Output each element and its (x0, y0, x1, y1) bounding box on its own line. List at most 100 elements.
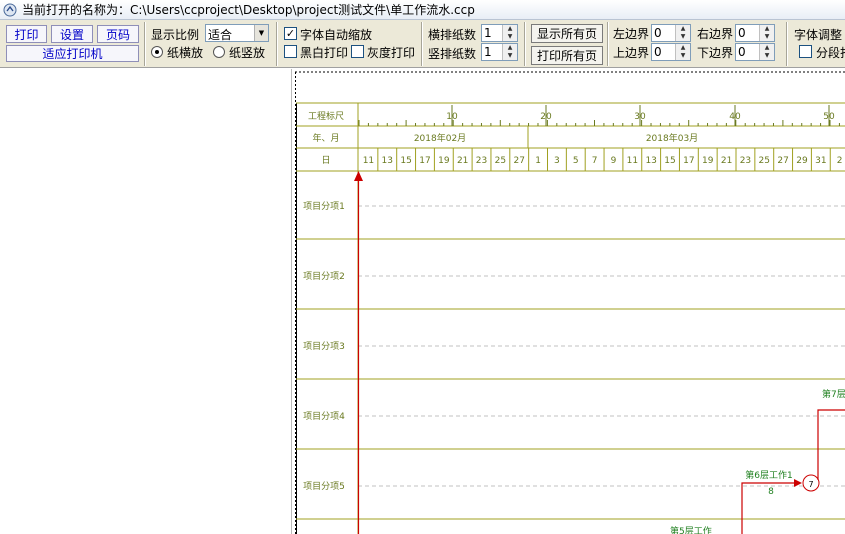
bw-print-checkbox[interactable] (284, 45, 297, 58)
day-label: 21 (721, 156, 732, 166)
day-label: 1 (535, 156, 541, 166)
month-label: 2018年02月 (414, 132, 466, 144)
print-toolbar: 打印 设置 页码 适应打印机 显示比例 适合 ▼ 纸横放 纸竖放 ✓ 字体自动缩… (0, 20, 845, 68)
day-label: 2 (837, 156, 843, 166)
right-margin-value: 0 (738, 26, 746, 40)
arrow-down-icon[interactable]: ▼ (760, 52, 774, 60)
settings-button[interactable]: 设置 (51, 25, 93, 43)
print-all-pages-button[interactable]: 打印所有页 (531, 46, 603, 65)
row-label: 项目分项3 (303, 341, 345, 352)
task-label: 第5层工作 (670, 525, 712, 534)
landscape-radio[interactable] (151, 46, 163, 58)
scale-select[interactable]: 适合 ▼ (205, 24, 269, 42)
day-label: 13 (645, 156, 656, 166)
row-label: 项目分项4 (303, 411, 345, 422)
segment-print-checkbox[interactable] (799, 45, 812, 58)
arrow-up-icon[interactable]: ▲ (760, 25, 774, 33)
day-label: 29 (796, 156, 808, 166)
arrow-down-icon[interactable]: ▼ (760, 33, 774, 41)
month-label: 2018年03月 (646, 132, 698, 144)
ruler-tick-label: 30 (634, 112, 646, 122)
h-pages-spinner[interactable]: 1 ▲ ▼ (481, 24, 518, 42)
gray-print-checkbox[interactable] (351, 45, 364, 58)
arrow-up-icon[interactable]: ▲ (503, 44, 517, 52)
arrow-up-icon[interactable]: ▲ (676, 44, 690, 52)
toolbar-separator (144, 22, 146, 66)
day-label: 11 (627, 156, 638, 166)
task-label: 第6层工作1 (745, 469, 792, 481)
toolbar-separator (276, 22, 278, 66)
ruler-tick-label: 40 (729, 112, 741, 122)
month-row-label: 年、月 (312, 132, 339, 144)
arrow-up-icon[interactable]: ▲ (676, 25, 690, 33)
left-margin-value: 0 (654, 26, 662, 40)
top-margin-spinner[interactable]: 0 ▲ ▼ (651, 43, 691, 61)
row-label: 项目分项2 (303, 271, 345, 282)
v-pages-spinner[interactable]: 1 ▲ ▼ (481, 43, 518, 61)
chevron-down-icon[interactable]: ▼ (254, 25, 268, 41)
right-margin-spinner[interactable]: 0 ▲ ▼ (735, 24, 775, 42)
left-margin-label: 左边界 (613, 27, 650, 41)
preview-left-pane (0, 69, 292, 534)
top-margin-value: 0 (654, 45, 662, 59)
row-label: 项目分项5 (303, 481, 345, 492)
page-number-button[interactable]: 页码 (97, 25, 139, 43)
day-label: 25 (495, 156, 506, 166)
fit-printer-button[interactable]: 适应打印机 (6, 45, 139, 62)
day-label: 31 (815, 156, 826, 166)
h-pages-value: 1 (484, 26, 492, 40)
h-pages-label: 横排纸数 (428, 28, 477, 42)
day-label: 7 (592, 156, 598, 166)
toolbar-separator (607, 22, 609, 66)
toolbar-separator (786, 22, 788, 66)
bottom-margin-value: 0 (738, 45, 746, 59)
day-label: 21 (457, 156, 468, 166)
ruler-tick-label: 10 (446, 112, 458, 122)
schedule-canvas: 工程标尺年、月日10 20 30 40 502018年02月 2018年03月11 13 15… (295, 71, 845, 534)
window-title: 当前打开的名称为：C:\Users\ccproject\Desktop\proj… (22, 3, 475, 17)
right-margin-label: 右边界 (697, 27, 734, 41)
app-icon (3, 3, 17, 16)
portrait-radio[interactable] (213, 46, 225, 58)
bottom-margin-spinner[interactable]: 0 ▲ ▼ (735, 43, 775, 61)
title-bar: 当前打开的名称为：C:\Users\ccproject\Desktop\proj… (0, 0, 845, 20)
top-margin-label: 上边界 (613, 46, 650, 60)
day-label: 19 (438, 156, 450, 166)
arrow-down-icon[interactable]: ▼ (503, 52, 517, 60)
toolbar-separator (524, 22, 526, 66)
bw-print-label: 黑白打印 (300, 46, 349, 60)
toolbar-separator (421, 22, 423, 66)
arrow-down-icon[interactable]: ▼ (676, 33, 690, 41)
font-autoscale-checkbox[interactable]: ✓ (284, 27, 297, 40)
day-label: 13 (382, 156, 393, 166)
task-node-label: 7 (808, 480, 813, 489)
bottom-margin-label: 下边界 (697, 46, 734, 60)
day-label: 23 (476, 156, 487, 166)
arrow-down-icon[interactable]: ▼ (503, 33, 517, 41)
day-label: 17 (419, 156, 430, 166)
scale-value: 适合 (208, 28, 233, 42)
scale-label: 显示比例 (151, 28, 200, 42)
schedule-preview[interactable]: 工程标尺 年、月日 10 20 30 40 50 2018年02月 2018年03月 11 13 15… (295, 69, 845, 534)
gray-print-label: 灰度打印 (367, 46, 416, 60)
font-adjust-label: 字体调整 (794, 28, 843, 42)
v-pages-label: 竖排纸数 (428, 47, 477, 61)
day-label: 3 (554, 156, 560, 166)
task-label: 第7层 (822, 388, 845, 400)
landscape-label: 纸横放 (167, 46, 204, 60)
day-label: 23 (740, 156, 751, 166)
ruler-row-label: 工程标尺 (308, 110, 344, 122)
day-label: 15 (664, 156, 675, 166)
arrow-up-icon[interactable]: ▲ (503, 25, 517, 33)
day-label: 15 (400, 156, 411, 166)
arrow-down-icon[interactable]: ▼ (676, 52, 690, 60)
show-all-pages-button[interactable]: 显示所有页 (531, 24, 603, 43)
day-label: 17 (683, 156, 694, 166)
left-margin-spinner[interactable]: 0 ▲ ▼ (651, 24, 691, 42)
print-button[interactable]: 打印 (6, 25, 47, 43)
arrow-up-icon[interactable]: ▲ (760, 44, 774, 52)
ruler-tick-label: 50 (823, 112, 835, 122)
day-row-label: 日 (321, 155, 330, 166)
day-label: 27 (513, 156, 524, 166)
day-label: 9 (611, 156, 617, 166)
